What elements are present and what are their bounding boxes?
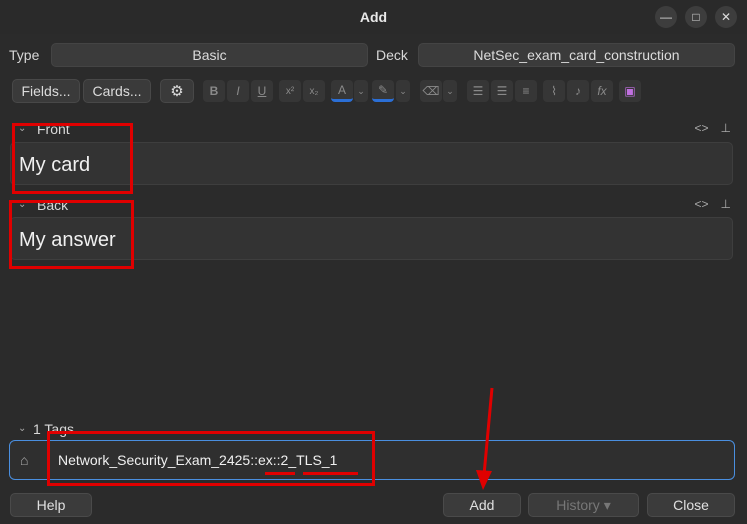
- annotation-underline: [303, 472, 358, 475]
- history-button[interactable]: History ▾: [528, 493, 639, 517]
- close-button[interactable]: Close: [647, 493, 735, 517]
- eraser-icon[interactable]: ⌫: [420, 80, 442, 102]
- microphone-icon[interactable]: ♪: [567, 80, 589, 102]
- add-button[interactable]: Add: [443, 493, 521, 517]
- add-label: Add: [469, 497, 495, 513]
- align-icon[interactable]: ≡: [515, 80, 537, 102]
- bold-icon[interactable]: B: [203, 80, 225, 102]
- chevron-down-icon[interactable]: ⌄: [443, 80, 457, 102]
- help-button[interactable]: Help: [10, 493, 92, 517]
- annotation-box: [12, 123, 133, 194]
- maximize-icon[interactable]: □: [685, 6, 707, 28]
- type-label: Type: [9, 47, 40, 63]
- italic-icon[interactable]: I: [227, 80, 249, 102]
- annotation-box: [9, 200, 134, 269]
- editor-toolbar: Fields... Cards... ⚙ B I U x² x₂ A ⌄ ✎ ⌄…: [0, 79, 747, 103]
- gear-icon[interactable]: ⚙: [160, 79, 194, 103]
- annotation-box: [47, 431, 375, 486]
- attach-icon[interactable]: ⌇: [543, 80, 565, 102]
- pin-icon[interactable]: ⊥: [721, 197, 731, 211]
- deck-label: Deck: [376, 47, 408, 63]
- minimize-icon[interactable]: —: [655, 6, 677, 28]
- superscript-icon[interactable]: x²: [279, 80, 301, 102]
- pin-icon[interactable]: ⊥: [721, 121, 731, 135]
- html-editor-icon[interactable]: <>: [695, 121, 709, 135]
- function-icon[interactable]: fx: [591, 80, 613, 102]
- close-label: Close: [673, 497, 709, 513]
- fields-label: Fields...: [21, 83, 71, 99]
- html-editor-icon[interactable]: <>: [695, 197, 709, 211]
- deck-value: NetSec_exam_card_construction: [473, 47, 680, 63]
- subscript-icon[interactable]: x₂: [303, 80, 325, 102]
- history-label: History ▾: [556, 496, 611, 513]
- deck-button[interactable]: NetSec_exam_card_construction: [418, 43, 735, 67]
- fields-button[interactable]: Fields...: [12, 79, 80, 103]
- text-color-icon[interactable]: A: [331, 80, 353, 102]
- type-deck-row: Type Basic Deck NetSec_exam_card_constru…: [0, 43, 747, 67]
- cards-button[interactable]: Cards...: [83, 79, 151, 103]
- chevron-down-icon[interactable]: ⌄: [18, 423, 26, 434]
- window-title: Add: [359, 9, 388, 25]
- tag-icon: ⌂: [20, 452, 29, 468]
- chevron-down-icon[interactable]: ⌄: [396, 80, 410, 102]
- help-label: Help: [36, 497, 66, 513]
- chevron-down-icon[interactable]: ⌄: [354, 80, 368, 102]
- cards-label: Cards...: [92, 83, 142, 99]
- image-occlusion-icon[interactable]: ▣: [619, 80, 641, 102]
- highlight-icon[interactable]: ✎: [372, 80, 394, 102]
- note-type-button[interactable]: Basic: [51, 43, 368, 67]
- note-type-value: Basic: [192, 47, 227, 63]
- annotation-underline: [265, 472, 295, 475]
- bullet-list-icon[interactable]: ☰: [467, 80, 489, 102]
- title-bar: Add — □ ✕: [0, 0, 747, 34]
- underline-icon[interactable]: U: [251, 80, 273, 102]
- close-icon[interactable]: ✕: [715, 6, 737, 28]
- numbered-list-icon[interactable]: ☰: [491, 80, 513, 102]
